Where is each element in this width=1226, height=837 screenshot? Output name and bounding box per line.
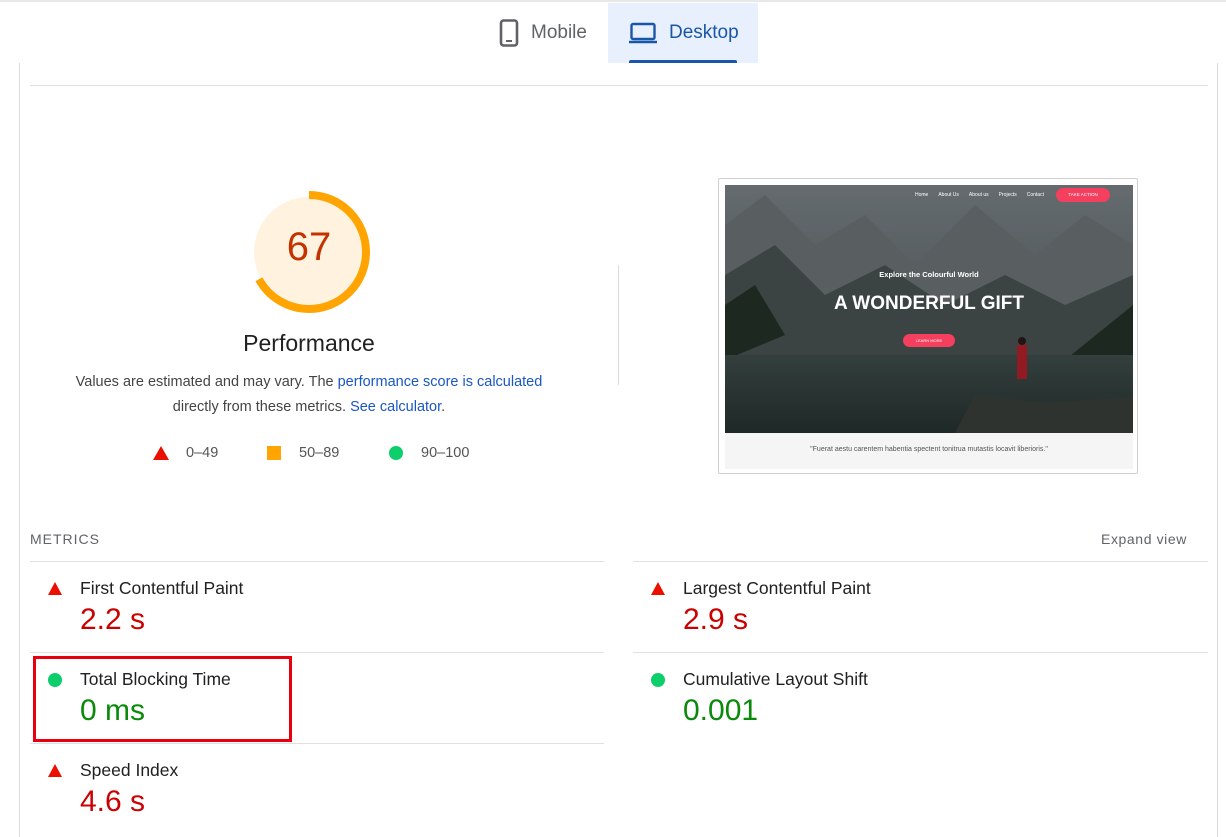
tab-desktop[interactable]: Desktop	[607, 3, 758, 63]
red-triangle-icon	[651, 582, 665, 595]
metrics-divider	[30, 743, 604, 744]
metrics-divider	[633, 561, 1208, 562]
legend-pass: 90–100	[389, 445, 469, 461]
metrics-divider	[30, 561, 604, 562]
red-triangle-icon	[48, 582, 62, 595]
tab-desktop-label: Desktop	[668, 22, 739, 43]
phone-icon	[499, 19, 519, 47]
metric-cls-name: Cumulative Layout Shift	[683, 669, 868, 689]
metric-cls-value: 0.001	[683, 694, 759, 727]
metric-si-name: Speed Index	[80, 760, 179, 780]
metric-fcp-value: 2.2 s	[80, 603, 146, 636]
panel-border-left	[19, 63, 20, 837]
top-border	[0, 0, 1226, 2]
vertical-divider	[618, 265, 619, 385]
device-tabs: Mobile Desktop	[478, 3, 758, 63]
legend-average: 50–89	[267, 445, 339, 461]
screenshot-subtitle: Explore the Colourful World	[879, 270, 979, 279]
red-triangle-icon	[153, 446, 169, 460]
desc-text-2: directly from these metrics.	[172, 399, 351, 415]
final-screenshot[interactable]: Home About Us About us Projects Contact …	[718, 178, 1138, 474]
legend-fail-label: 0–49	[186, 445, 219, 461]
green-circle-icon	[389, 446, 403, 460]
screenshot-quote: "Fuerat aestu carentem habentia spectent…	[725, 433, 1133, 469]
tab-mobile[interactable]: Mobile	[478, 3, 608, 63]
divider	[30, 85, 1208, 86]
panel-border-right	[1217, 63, 1218, 837]
red-triangle-icon	[48, 764, 62, 777]
legend-fail: 0–49	[153, 445, 218, 461]
screenshot-nav-item: About Us	[938, 192, 959, 198]
desc-text-1: Values are estimated and may vary. The	[75, 374, 338, 390]
screenshot-nav-item: Projects	[998, 192, 1017, 198]
screenshot-nav: Home About Us About us Projects Contact	[915, 192, 1044, 198]
see-calculator-link[interactable]: See calculator	[350, 399, 441, 415]
score-calculated-link[interactable]: performance score is calculated	[338, 374, 543, 390]
screenshot-cta: TAKE ACTION	[1056, 188, 1110, 202]
laptop-icon	[628, 22, 657, 44]
performance-score: 67	[286, 225, 332, 269]
screenshot-nav-item: About us	[968, 192, 989, 198]
highlight-box	[33, 656, 292, 742]
metrics-heading: METRICS	[30, 531, 100, 547]
green-circle-icon	[651, 673, 665, 687]
orange-square-icon	[267, 446, 281, 460]
metric-lcp-name: Largest Contentful Paint	[683, 578, 871, 598]
metric-fcp-name: First Contentful Paint	[80, 578, 244, 598]
legend-average-label: 50–89	[299, 445, 340, 461]
screenshot-nav-item: Home	[915, 192, 929, 198]
metrics-divider	[633, 652, 1208, 653]
expand-view-button[interactable]: Expand view	[1101, 531, 1187, 547]
screenshot-quote-text: "Fuerat aestu carentem habentia spectent…	[810, 446, 1048, 453]
screenshot-nav-item: Contact	[1026, 192, 1044, 198]
metric-lcp-value: 2.9 s	[683, 603, 749, 636]
screenshot-hero: Home About Us About us Projects Contact …	[725, 185, 1133, 433]
metric-si-value: 4.6 s	[80, 785, 146, 818]
performance-description: Values are estimated and may vary. The p…	[30, 370, 588, 420]
performance-title: Performance	[243, 330, 375, 356]
legend-pass-label: 90–100	[421, 445, 470, 461]
screenshot-button: LEARN MORE	[903, 334, 955, 347]
desc-text-end: .	[441, 399, 446, 415]
tab-mobile-label: Mobile	[531, 22, 587, 43]
metrics-divider	[30, 652, 604, 653]
screenshot-headline: A WONDERFUL GIFT	[834, 293, 1024, 314]
